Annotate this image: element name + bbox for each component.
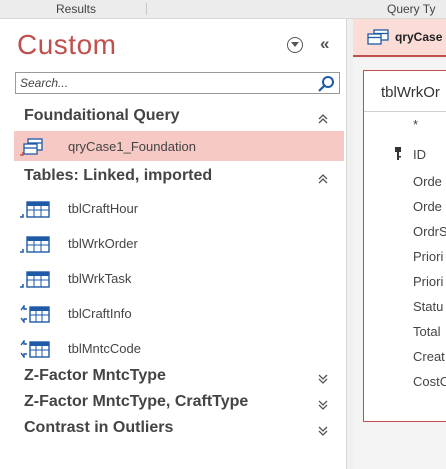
search-input[interactable] — [20, 75, 310, 91]
results-group-label: Results — [56, 2, 97, 16]
group-header-tables-linked-imported[interactable]: Tables: Linked, imported — [0, 165, 346, 189]
field-item[interactable]: Priori — [413, 249, 443, 264]
nav-item-tblwrkorder[interactable]: tblWrkOrder — [0, 228, 346, 258]
document-tab-label: qryCase — [395, 30, 443, 44]
search-box — [15, 72, 340, 94]
group-label: Contrast in Outliers — [24, 419, 174, 436]
nav-item-tblmntccode[interactable]: tblMntcCode — [0, 333, 346, 363]
collapse-pane-icon[interactable]: « — [320, 34, 329, 54]
navigation-pane: Custom « Foundaitional Query — [0, 19, 347, 469]
query-icon — [367, 29, 389, 50]
nav-item-label: qryCase1_Foundation — [68, 139, 196, 154]
nav-item-tblwrktask[interactable]: tblWrkTask — [0, 263, 346, 293]
group-header-contrast-in-outliers[interactable]: Contrast in Outliers — [0, 417, 346, 441]
nav-pane-title[interactable]: Custom — [17, 29, 116, 61]
table-icon — [20, 270, 50, 293]
field-item[interactable]: Orde — [413, 174, 442, 189]
nav-item-label: tblWrkTask — [68, 271, 132, 286]
field-item[interactable]: Creat — [413, 349, 445, 364]
field-item[interactable]: Statu — [413, 299, 443, 314]
expand-group-icon[interactable] — [318, 397, 328, 415]
nav-item-label: tblCraftInfo — [68, 306, 132, 321]
ribbon-strip: Results Query Ty — [0, 0, 446, 19]
nav-item-tblcraftinfo[interactable]: tblCraftInfo — [0, 298, 346, 328]
field-item[interactable]: * — [413, 117, 418, 132]
field-item[interactable]: OrdrS — [413, 224, 446, 239]
group-label: Z-Factor MntcType, CraftType — [24, 393, 249, 410]
search-icon[interactable] — [317, 75, 335, 98]
nav-item-label: tblWrkOrder — [68, 236, 138, 251]
group-label: Tables: Linked, imported — [24, 167, 213, 184]
field-item[interactable]: Priori — [413, 274, 443, 289]
table-icon — [20, 200, 50, 223]
document-tab-qrycase[interactable]: qryCase — [353, 19, 446, 57]
collapse-group-icon[interactable] — [318, 171, 328, 189]
expand-group-icon[interactable] — [318, 371, 328, 389]
field-list-divider — [364, 111, 446, 112]
document-area: qryCase tblWrkOr * ID Orde Orde OrdrS Pr… — [347, 19, 446, 469]
query-design-area: tblWrkOr * ID Orde Orde OrdrS Priori Pri… — [353, 59, 446, 469]
nav-item-tblcrafthour[interactable]: tblCraftHour — [0, 193, 346, 223]
primary-key-icon — [394, 147, 402, 166]
group-header-foundational-query[interactable]: Foundaitional Query — [0, 105, 346, 129]
field-item[interactable]: CostC — [413, 374, 446, 389]
nav-item-qrycase1-foundation[interactable]: qryCase1_Foundation — [14, 131, 344, 161]
group-label: Foundaitional Query — [24, 107, 180, 124]
nav-item-label: tblCraftHour — [68, 201, 139, 216]
table-icon — [20, 235, 50, 258]
field-list-title: tblWrkOr — [381, 84, 440, 101]
group-header-z-factor-mntctype-crafttype[interactable]: Z-Factor MntcType, CraftType — [0, 391, 346, 415]
field-list-tblwrkorder[interactable]: tblWrkOr * ID Orde Orde OrdrS Priori Pri… — [363, 70, 446, 422]
group-label: Z-Factor MntcType — [24, 367, 166, 384]
field-item[interactable]: ID — [413, 147, 426, 162]
nav-menu-dropdown-icon[interactable] — [287, 37, 303, 53]
field-item[interactable]: Orde — [413, 199, 442, 214]
linked-table-icon — [20, 303, 50, 328]
group-header-z-factor-mntctype[interactable]: Z-Factor MntcType — [0, 365, 346, 389]
query-icon — [20, 138, 46, 161]
linked-table-icon — [20, 338, 50, 363]
nav-item-label: tblMntcCode — [68, 341, 141, 356]
ribbon-divider — [146, 3, 147, 15]
collapse-group-icon[interactable] — [318, 111, 328, 129]
field-item[interactable]: Total — [413, 324, 440, 339]
query-type-group-label: Query Ty — [387, 2, 436, 16]
expand-group-icon[interactable] — [318, 423, 328, 441]
